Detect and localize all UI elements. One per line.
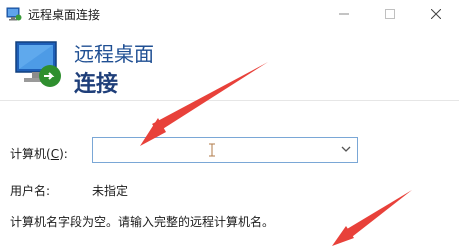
close-button[interactable] xyxy=(413,0,459,28)
remote-desktop-monitor-icon xyxy=(15,41,61,87)
minimize-icon xyxy=(339,13,349,15)
username-value: 未指定 xyxy=(92,184,129,198)
computer-combobox[interactable] xyxy=(92,137,358,163)
header-banner: 远程桌面 连接 xyxy=(0,28,459,100)
window-title: 远程桌面连接 xyxy=(28,8,101,22)
text-cursor-icon xyxy=(209,143,215,157)
minimize-button[interactable] xyxy=(321,0,367,28)
title-bar: 远程桌面连接 xyxy=(0,0,459,28)
header-title: 远程桌面 xyxy=(74,42,154,66)
maximize-button[interactable] xyxy=(367,0,413,28)
chevron-down-icon[interactable] xyxy=(341,146,351,153)
close-icon xyxy=(431,9,441,19)
remote-desktop-icon xyxy=(6,7,22,21)
username-label: 用户名: xyxy=(10,184,51,198)
header-subtitle: 连接 xyxy=(74,72,119,97)
maximize-icon xyxy=(385,9,395,19)
info-message: 计算机名字段为空。请输入完整的远程计算机名。 xyxy=(10,215,275,229)
computer-label: 计算机(C): xyxy=(10,147,68,161)
connection-form: 计算机(C): 用户名: 未指定 计算机名字段为空。请输入完整的远程计算机名。 xyxy=(0,101,459,246)
